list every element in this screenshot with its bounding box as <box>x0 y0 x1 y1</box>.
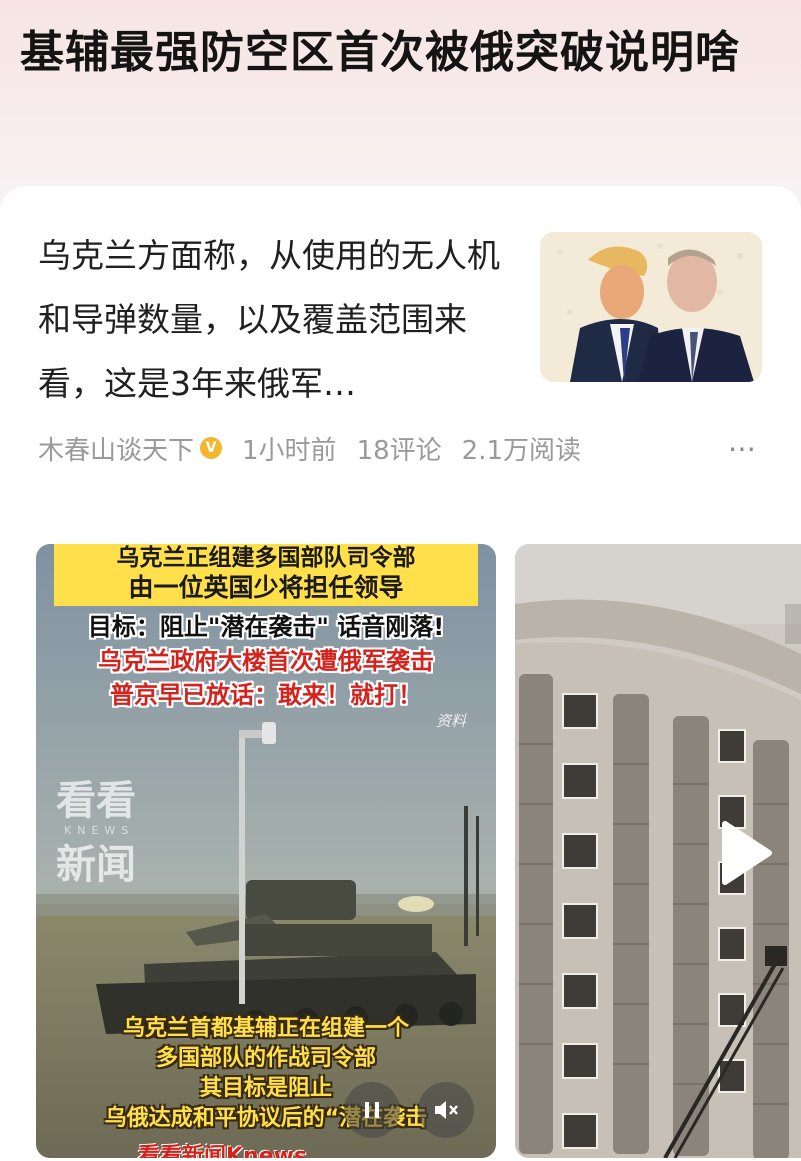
overlay-putin-line: 普京早已放话：敢来！就打！ <box>110 681 422 709</box>
more-dots-icon[interactable]: ⋯ <box>728 432 758 465</box>
article-title[interactable]: 基辅最强防空区首次被俄突破说明啥 <box>20 22 780 84</box>
watermark-knews: KNEWS <box>64 824 135 837</box>
caption-line-2: 多国部队的作战司令部 <box>155 1046 376 1071</box>
overlay-goal-line: 目标：阻止"潜在袭击" 话音刚落! <box>87 613 445 641</box>
verified-badge-icon: V <box>200 437 223 459</box>
watermark-bottom: 新闻 <box>56 842 136 888</box>
source-tag: 资料 <box>435 712 466 730</box>
video-player-2[interactable] <box>515 544 801 1158</box>
pause-icon <box>365 1102 379 1118</box>
pause-button[interactable] <box>344 1082 400 1138</box>
mute-icon <box>435 1101 458 1119</box>
banner-line-2: 由一位英国少将担任领导 <box>128 573 404 602</box>
watermark-top: 看看 <box>56 778 136 824</box>
read-count: 2.1万阅读 <box>461 435 582 466</box>
play-button[interactable] <box>719 818 775 892</box>
publish-time: 1小时前 <box>242 435 337 466</box>
comment-count: 18评论 <box>356 435 442 466</box>
headline-banner: 乌克兰正组建多国部队司令部 由一位英国少将担任领导 <box>54 544 478 606</box>
article-thumbnail[interactable] <box>540 232 762 382</box>
banner-line-1: 乌克兰正组建多国部队司令部 <box>116 545 416 571</box>
thumbnail-photo <box>540 232 762 382</box>
caption-line-1: 乌克兰首都基辅正在组建一个 <box>122 1016 409 1041</box>
author-name[interactable]: 木春山谈天下 <box>38 430 194 467</box>
play-icon <box>722 821 772 885</box>
overlay-government-line: 乌克兰政府大楼首次遭俄军袭击 <box>98 647 434 675</box>
mute-button[interactable] <box>418 1082 474 1138</box>
article-summary[interactable]: 乌克兰方面称，从使用的无人机和导弹数量，以及覆盖范围来看，这是3年来俄军… <box>38 224 508 416</box>
article-meta: 木春山谈天下 V 1小时前 18评论 2.1万阅读 <box>38 428 601 468</box>
brand-logo: 看看新闻Knews <box>138 1144 308 1158</box>
video-player-1[interactable]: 乌克兰正组建多国部队司令部 由一位英国少将担任领导 目标：阻止"潜在袭击" 话音… <box>36 544 496 1158</box>
